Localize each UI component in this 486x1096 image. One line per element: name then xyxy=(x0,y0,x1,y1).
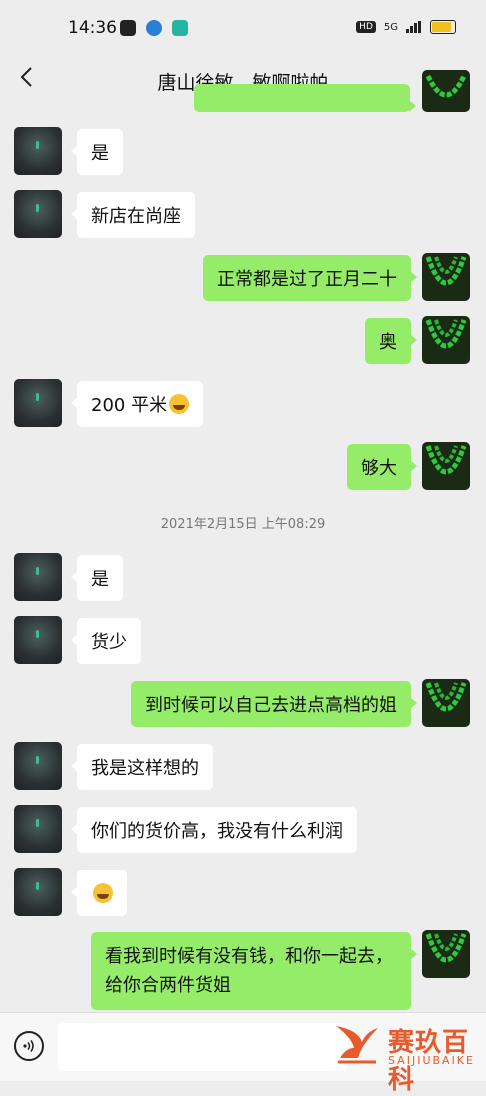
partial-sent-bubble xyxy=(194,84,416,112)
contact-avatar[interactable] xyxy=(14,742,62,790)
jade-bead-image xyxy=(425,319,467,349)
contact-avatar[interactable] xyxy=(14,805,62,853)
contact-avatar[interactable] xyxy=(14,553,62,601)
received-message[interactable]: 200 平米 xyxy=(70,381,204,427)
contact-avatar[interactable] xyxy=(14,127,62,175)
wechat-icon xyxy=(120,20,136,36)
received-message[interactable]: 你们的货价高，我没有什么利润 xyxy=(71,807,357,853)
received-message[interactable] xyxy=(71,870,127,916)
received-message[interactable]: 我是这样想的 xyxy=(71,744,213,790)
contact-avatar[interactable] xyxy=(14,616,62,664)
message-text: 奥 xyxy=(379,332,397,353)
my-avatar[interactable] xyxy=(422,316,470,364)
sent-message[interactable]: 奥 xyxy=(365,318,417,364)
received-message[interactable]: 是 xyxy=(71,555,123,601)
grimace-emoji-icon xyxy=(169,394,190,414)
message-text: 够大 xyxy=(361,458,397,479)
status-bar: 14:36 HD 5G xyxy=(0,0,486,56)
jade-bead-image xyxy=(425,74,467,98)
jade-bead-image xyxy=(425,682,467,712)
app-notification-icon xyxy=(146,20,162,36)
my-avatar[interactable] xyxy=(422,70,470,112)
watermark-subtext: SAIJIUBAIKE xyxy=(388,1054,475,1067)
my-avatar[interactable] xyxy=(422,679,470,727)
signal-icon xyxy=(406,21,421,33)
sound-wave-icon xyxy=(23,1040,34,1052)
hd-icon: HD xyxy=(356,21,376,33)
contact-avatar[interactable] xyxy=(14,190,62,238)
message-text: 货少 xyxy=(91,632,127,653)
sent-message[interactable]: 看我到时候有没有钱，和你一起去，给你合两件货姐 xyxy=(91,932,417,1010)
status-right: HD 5G xyxy=(356,20,456,34)
contact-avatar[interactable] xyxy=(14,868,62,916)
voice-input-icon[interactable] xyxy=(14,1031,44,1061)
jade-bead-image xyxy=(425,256,467,286)
grimace-emoji-icon xyxy=(93,883,113,903)
message-input[interactable] xyxy=(58,1023,348,1071)
message-text: 看我到时候有没有钱，和你一起去，给你合两件货姐 xyxy=(105,946,393,996)
message-text: 是 xyxy=(91,569,109,590)
message-app-icon xyxy=(172,20,188,36)
chat-timestamp: 2021年2月15日 上午08:29 xyxy=(160,517,326,532)
my-avatar[interactable] xyxy=(422,253,470,301)
message-text: 我是这样想的 xyxy=(91,758,199,779)
status-time: 14:36 xyxy=(68,18,117,38)
battery-icon xyxy=(430,20,456,34)
watermark-logo-icon xyxy=(336,1026,378,1064)
battery-level xyxy=(432,22,452,32)
message-text: 到时候可以自己去进点高档的姐 xyxy=(145,695,397,716)
contact-avatar[interactable] xyxy=(14,379,62,427)
message-text: 200 平米 xyxy=(91,395,168,416)
watermark: 赛玖百科 SAIJIUBAIKE xyxy=(332,1018,482,1095)
notification-icons xyxy=(120,20,188,36)
jade-bead-image xyxy=(425,933,467,963)
received-message[interactable]: 是 xyxy=(71,129,123,175)
received-message[interactable]: 货少 xyxy=(71,618,141,664)
message-text: 你们的货价高，我没有什么利润 xyxy=(91,821,343,842)
received-message[interactable]: 新店在尚座 xyxy=(71,192,195,238)
message-text: 是 xyxy=(91,143,109,164)
network-label: 5G xyxy=(383,21,398,33)
jade-bead-image xyxy=(425,445,467,475)
sent-message[interactable]: 到时候可以自己去进点高档的姐 xyxy=(131,681,417,727)
sent-message[interactable]: 够大 xyxy=(347,444,417,490)
sent-message[interactable]: 正常都是过了正月二十 xyxy=(203,255,417,301)
message-text: 新店在尚座 xyxy=(91,206,181,227)
my-avatar[interactable] xyxy=(422,930,470,978)
my-avatar[interactable] xyxy=(422,442,470,490)
message-text: 正常都是过了正月二十 xyxy=(217,269,397,290)
